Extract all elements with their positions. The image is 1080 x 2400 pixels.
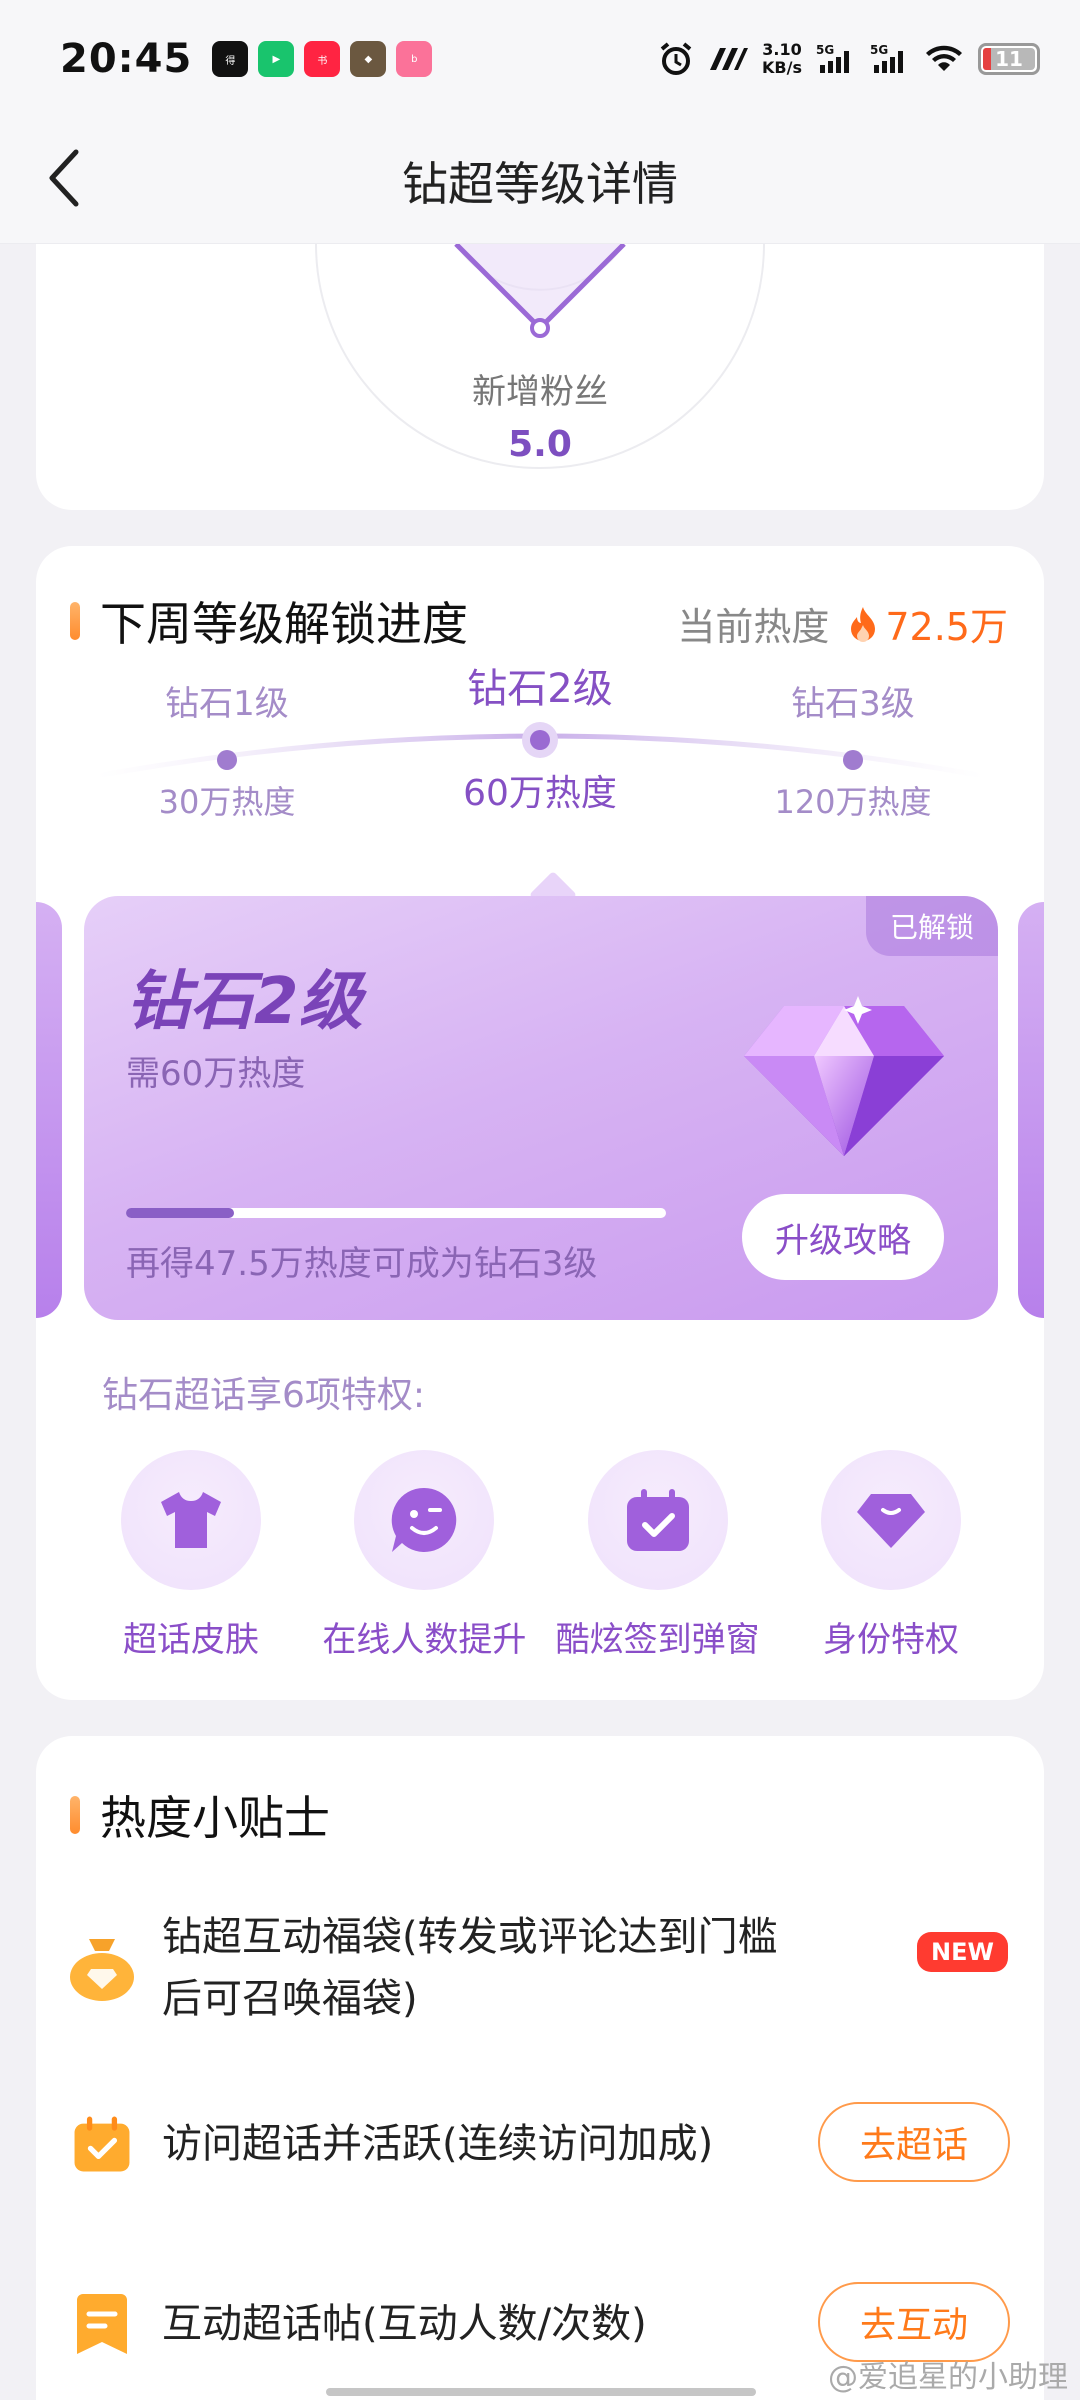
perk-label: 在线人数提升 bbox=[322, 1620, 527, 1660]
perk-icon-bg bbox=[587, 1450, 728, 1590]
level-card-requirement: 需60万热度 bbox=[126, 1054, 306, 1094]
level-item-1[interactable]: 钻石1级 30万热度 bbox=[97, 676, 357, 823]
level-item-3[interactable]: 钻石3级 120万热度 bbox=[723, 676, 983, 823]
notification-app-icons: 得 ▶ 书 ◆ b bbox=[212, 41, 433, 77]
level-name: 钻石3级 bbox=[791, 684, 915, 724]
network-speed: 3.10 KB/s bbox=[762, 40, 802, 77]
section-accent-bar bbox=[70, 1796, 80, 1834]
tip-text-line1: 钻超互动福袋(转发或评论达到门槛 bbox=[162, 1914, 778, 1960]
level-progress-bar bbox=[126, 1208, 666, 1218]
upgrade-guide-button[interactable]: 升级攻略 bbox=[742, 1194, 944, 1280]
battery-icon: 11 bbox=[978, 43, 1040, 75]
next-level-card-peek[interactable] bbox=[1018, 902, 1044, 1318]
level-item-2[interactable]: 钻石2级 60万热度 bbox=[410, 656, 670, 816]
nfc-m-icon bbox=[710, 48, 749, 70]
level-heat: 60万热度 bbox=[463, 773, 617, 814]
perk-item[interactable]: 在线人数提升 bbox=[309, 1450, 539, 1661]
flame-icon bbox=[851, 606, 876, 642]
perk-icon-bg bbox=[820, 1450, 961, 1590]
level-progress-tip: 再得47.5万热度可成为钻石3级 bbox=[126, 1244, 598, 1284]
perk-icon-bg bbox=[354, 1450, 495, 1590]
fan-radar-card: 新增粉丝 5.0 bbox=[36, 244, 1044, 510]
section-accent-bar bbox=[70, 602, 80, 640]
perk-label: 超话皮肤 bbox=[123, 1620, 259, 1660]
radar-axis-value: 5.0 bbox=[508, 424, 572, 465]
watermark: @爱追星的小助理 bbox=[828, 2360, 1068, 2395]
perks-title: 钻石超话享6项特权: bbox=[102, 1375, 426, 1416]
level-heat: 120万热度 bbox=[774, 783, 932, 821]
dewu-app-icon: 得 bbox=[212, 41, 249, 77]
tip-text: 互动超话帖(互动人数/次数) bbox=[162, 2301, 647, 2347]
nav-header: 钻超等级详情 bbox=[0, 118, 1080, 244]
section-header: 下周等级解锁进度 bbox=[70, 588, 468, 654]
section-title: 下周等级解锁进度 bbox=[100, 597, 468, 651]
chevron-left-icon bbox=[49, 149, 79, 207]
perks-list: 超话皮肤 在线人数提升 酷炫签到弹窗 身份特权 bbox=[76, 1450, 1006, 1661]
perk-item[interactable]: 超话皮肤 bbox=[76, 1450, 306, 1661]
page-title: 钻超等级详情 bbox=[402, 156, 678, 211]
lucky-bag-icon bbox=[70, 1939, 134, 2001]
back-button[interactable] bbox=[34, 148, 94, 208]
diamond-icon bbox=[744, 996, 944, 1156]
level-heat: 30万热度 bbox=[158, 783, 296, 821]
tip-icon bbox=[66, 2108, 138, 2180]
tip-text-line2: 后可召唤福袋) bbox=[162, 1976, 418, 2022]
level-name: 钻石1级 bbox=[165, 684, 289, 724]
tip-item-interact: 互动超话帖(互动人数/次数) bbox=[66, 2288, 647, 2360]
calendar-check-icon bbox=[74, 2116, 130, 2172]
smile-chat-icon bbox=[392, 1487, 457, 1552]
tip-text: 访问超话并活跃(连续访问加成) bbox=[162, 2121, 714, 2167]
level-timeline: 钻石1级 30万热度 钻石2级 60万热度 钻石3级 120万热度 bbox=[36, 656, 1044, 836]
alarm-icon bbox=[660, 42, 692, 75]
current-heat-label: 当前热度 bbox=[677, 605, 830, 649]
perk-item[interactable]: 酷炫签到弹窗 bbox=[543, 1450, 773, 1661]
shirt-icon bbox=[161, 1492, 221, 1548]
signal-5g-icon-2: 5G bbox=[870, 43, 903, 73]
current-level-card: 已解锁 钻石2级 需60万热度 再得47.5万热度可成为钻石3级 升级攻略 bbox=[84, 896, 998, 1320]
tip-item-lucky-bag[interactable]: 钻超互动福袋(转发或评论达到门槛 后可召唤福袋) bbox=[66, 1906, 778, 2030]
current-heat: 当前热度 72.5万 bbox=[677, 596, 1008, 651]
svg-text:5G: 5G bbox=[870, 43, 888, 57]
bookmark-icon bbox=[77, 2294, 127, 2354]
level-progress-fill bbox=[126, 1208, 234, 1218]
svg-text:5G: 5G bbox=[816, 43, 834, 57]
status-indicators: 3.10 KB/s 5G 5G 11 bbox=[658, 41, 1040, 77]
bilibili-app-icon: b bbox=[396, 41, 433, 77]
tip-item-visit: 访问超话并活跃(连续访问加成) bbox=[66, 2108, 713, 2180]
tip-icon bbox=[66, 1932, 138, 2004]
game-app-icon: ◆ bbox=[350, 41, 387, 77]
xiaohongshu-app-icon: 书 bbox=[304, 41, 341, 77]
section-title: 热度小贴士 bbox=[100, 1791, 330, 1845]
home-indicator[interactable] bbox=[326, 2388, 756, 2396]
calendar-check-icon bbox=[626, 1489, 689, 1551]
go-interact-button[interactable]: 去互动 bbox=[818, 2282, 1010, 2362]
signal-5g-icon-1: 5G bbox=[816, 43, 849, 73]
perk-label: 身份特权 bbox=[822, 1620, 959, 1660]
current-heat-value: 72.5万 bbox=[885, 605, 1008, 649]
level-name: 钻石2级 bbox=[467, 666, 613, 712]
battery-level: 11 bbox=[995, 47, 1023, 71]
radar-axis-label: 新增粉丝 bbox=[472, 372, 608, 412]
gem-badge-icon bbox=[856, 1494, 925, 1548]
status-time: 20:45 bbox=[60, 36, 193, 82]
prev-level-card-peek[interactable] bbox=[36, 902, 62, 1318]
tip-icon bbox=[66, 2288, 138, 2360]
section-header: 热度小贴士 bbox=[70, 1782, 330, 1848]
perk-label: 酷炫签到弹窗 bbox=[555, 1620, 760, 1660]
level-card-name: 钻石2级 bbox=[126, 965, 363, 1039]
unlock-progress-card: 下周等级解锁进度 当前热度 72.5万 钻石1级 30万热度 钻石2级 60万热… bbox=[36, 546, 1044, 1700]
wifi-icon bbox=[926, 45, 962, 71]
new-badge: NEW bbox=[917, 1932, 1008, 1972]
go-chaohua-button[interactable]: 去超话 bbox=[818, 2102, 1010, 2182]
perk-icon-bg bbox=[121, 1450, 261, 1590]
unlocked-badge: 已解锁 bbox=[865, 896, 998, 956]
perk-item[interactable]: 身份特权 bbox=[776, 1450, 1006, 1661]
tip-text: 钻超互动福袋(转发或评论达到门槛 后可召唤福袋) bbox=[162, 1906, 778, 2030]
status-bar: 20:45 得 ▶ 书 ◆ b 3.10 KB/s 5G 5G 11 bbox=[0, 0, 1080, 118]
iqiyi-app-icon: ▶ bbox=[258, 41, 295, 77]
